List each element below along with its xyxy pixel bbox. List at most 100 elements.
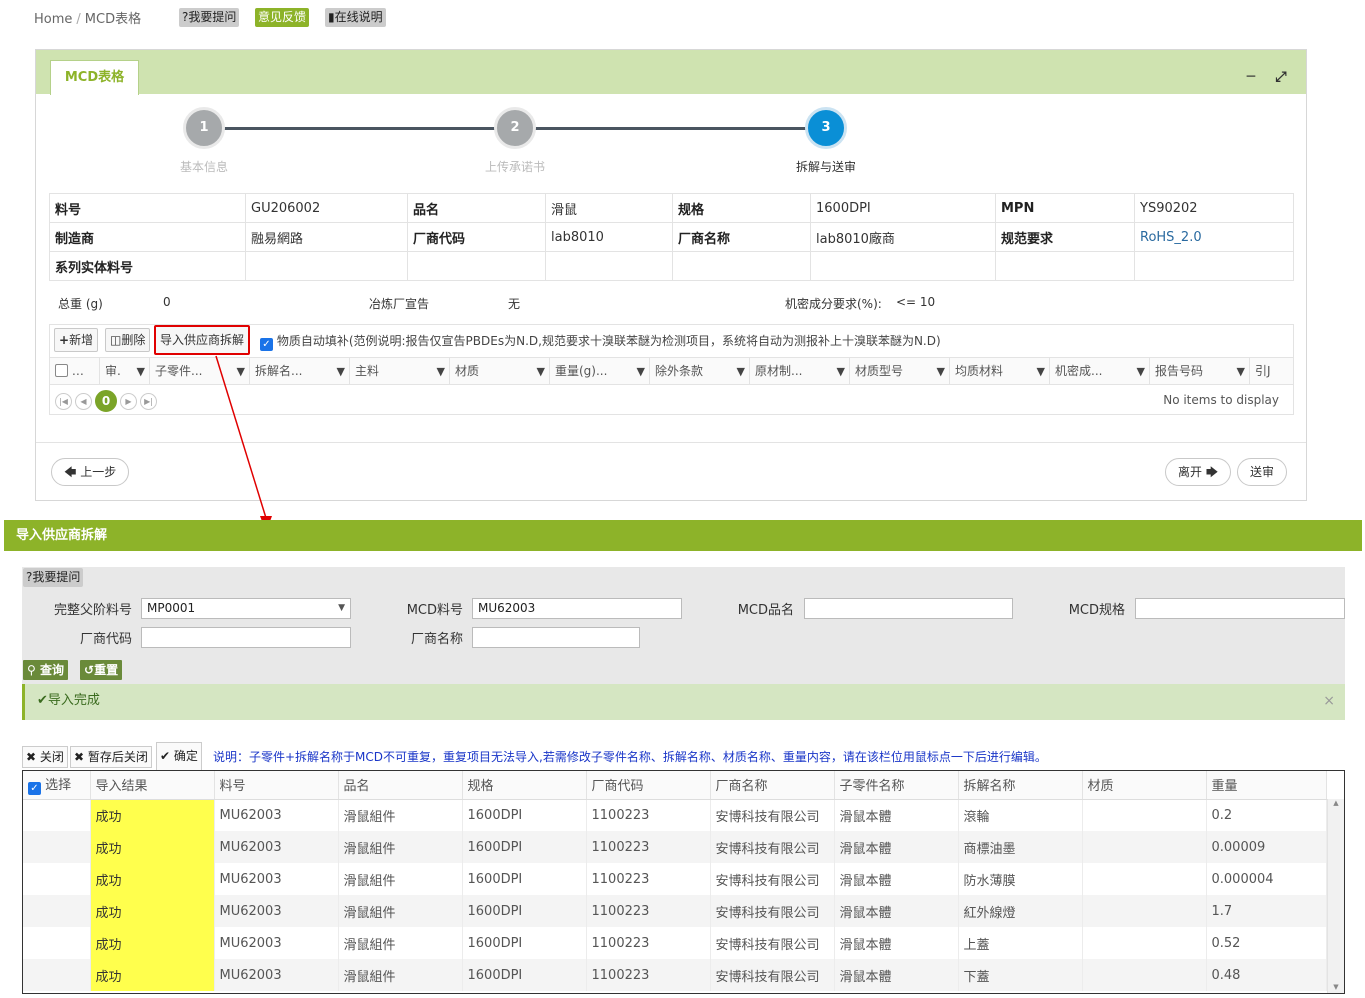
success-alert: ✔导入完成 × — [22, 684, 1345, 720]
table-cell: 安博科技有限公司 — [710, 799, 835, 831]
mcd-part-label: MCD料号 — [406, 603, 463, 618]
table-cell[interactable]: 滑鼠本體 — [834, 927, 959, 959]
row-select-cell[interactable] — [23, 927, 91, 959]
table-row[interactable]: 成功 MU62003 滑鼠組件 1600DPI 1100223 安博科技有限公司 滑鼠本體上… — [23, 927, 1327, 959]
table-cell: MU62003 — [214, 895, 339, 927]
table-cell[interactable]: 紅外線燈 — [958, 895, 1083, 927]
table-cell[interactable]: 上蓋 — [958, 927, 1083, 959]
vertical-scrollbar[interactable]: ▲ ▼ — [1327, 799, 1344, 993]
table-row[interactable]: 成功 MU62003 滑鼠組件 1600DPI 1100223 安博科技有限公司 滑鼠本體滾… — [23, 799, 1327, 831]
column-header[interactable]: 料号 — [214, 771, 339, 800]
parent-part-label: 完整父阶料号 — [53, 603, 132, 618]
vendor-code-label: 厂商代码 — [79, 632, 132, 647]
row-select-cell[interactable] — [23, 831, 91, 863]
table-cell[interactable] — [1082, 863, 1207, 895]
table-cell: 安博科技有限公司 — [710, 927, 835, 959]
column-header[interactable]: 子零件名称 — [834, 771, 959, 800]
table-cell[interactable] — [1082, 895, 1207, 927]
column-header[interactable]: 品名 — [338, 771, 463, 800]
table-cell[interactable] — [1082, 799, 1207, 831]
dialog-ask-button[interactable]: ?我要提问 — [23, 568, 84, 587]
table-row[interactable]: 成功 MU62003 滑鼠組件 1600DPI 1100223 安博科技有限公司 滑鼠本體下… — [23, 959, 1327, 991]
table-cell[interactable]: 商標油墨 — [958, 831, 1083, 863]
table-cell[interactable] — [1082, 959, 1207, 991]
table-cell: 滑鼠組件 — [338, 831, 463, 863]
table-cell[interactable]: 滾輪 — [958, 799, 1083, 831]
table-cell: 1600DPI — [462, 895, 587, 927]
table-cell[interactable]: 滑鼠本體 — [834, 799, 959, 831]
row-select-cell[interactable] — [23, 863, 91, 895]
table-cell[interactable]: 滑鼠本體 — [834, 863, 959, 895]
table-cell[interactable]: 0.2 — [1206, 799, 1327, 831]
save-close-label: 暂存后关闭 — [87, 750, 148, 764]
table-cell: 1600DPI — [462, 799, 587, 831]
mcd-name-input[interactable] — [804, 598, 1013, 619]
import-result-cell: 成功 — [90, 927, 215, 959]
table-cell: 1600DPI — [462, 959, 587, 991]
select-all-checkbox[interactable]: ✓ — [28, 782, 41, 796]
table-row[interactable]: 成功 MU62003 滑鼠組件 1600DPI 1100223 安博科技有限公司 滑鼠本體防… — [23, 863, 1327, 895]
table-cell[interactable]: 0.52 — [1206, 927, 1327, 959]
close-label: 关闭 — [39, 750, 64, 764]
column-header[interactable]: 厂商代码 — [586, 771, 711, 800]
table-cell[interactable]: 0.000004 — [1206, 863, 1327, 895]
row-select-cell[interactable] — [23, 895, 91, 927]
column-header[interactable]: 导入结果 — [90, 771, 215, 800]
table-cell: 滑鼠組件 — [338, 863, 463, 895]
table-cell: MU62003 — [214, 959, 339, 991]
reset-button[interactable]: ↺重置 — [80, 660, 123, 680]
table-cell[interactable]: 滑鼠本體 — [834, 895, 959, 927]
scroll-up-icon[interactable]: ▲ — [1328, 799, 1344, 807]
mcd-part-input[interactable]: MU62003 — [472, 598, 682, 619]
table-cell: 滑鼠組件 — [338, 927, 463, 959]
table-row[interactable]: 成功 MU62003 滑鼠組件 1600DPI 1100223 安博科技有限公司 滑鼠本體商… — [23, 831, 1327, 863]
table-cell[interactable]: 0.00009 — [1206, 831, 1327, 863]
mcd-spec-input[interactable] — [1135, 598, 1345, 619]
table-cell: 安博科技有限公司 — [710, 895, 835, 927]
import-result-cell: 成功 — [90, 863, 215, 895]
table-cell: 安博科技有限公司 — [710, 959, 835, 991]
column-header[interactable]: 拆解名称 — [958, 771, 1083, 800]
table-cell: 滑鼠組件 — [338, 799, 463, 831]
import-result-table: ✓ 选择 导入结果 料号 品名 规格 厂商代码 厂商名称 子零件名称 拆解名称 … — [22, 770, 1345, 994]
select-column[interactable]: ✓ 选择 — [23, 771, 91, 800]
column-header[interactable]: 重量 — [1206, 771, 1327, 800]
table-cell[interactable]: 防水薄膜 — [958, 863, 1083, 895]
table-cell[interactable]: 滑鼠本體 — [834, 959, 959, 991]
import-result-cell: 成功 — [90, 959, 215, 991]
table-cell: 1100223 — [586, 895, 711, 927]
table-cell[interactable] — [1082, 831, 1207, 863]
vendor-name-input[interactable] — [472, 627, 640, 648]
table-cell[interactable]: 下蓋 — [958, 959, 1083, 991]
table-cell: 1100223 — [586, 927, 711, 959]
table-cell: 1100223 — [586, 831, 711, 863]
table-cell: 安博科技有限公司 — [710, 863, 835, 895]
table-cell[interactable] — [1082, 927, 1207, 959]
column-header[interactable]: 规格 — [462, 771, 587, 800]
close-alert-icon[interactable]: × — [1323, 684, 1335, 718]
vendor-name-label: 厂商名称 — [410, 632, 463, 647]
table-cell[interactable]: 1.7 — [1206, 895, 1327, 927]
table-cell[interactable]: 0.48 — [1206, 959, 1327, 991]
check-icon: ✔ — [160, 749, 171, 763]
table-cell: 1100223 — [586, 959, 711, 991]
import-note: 说明：子零件+拆解名称于MCD不可重复，重复项目无法导入,若需修改子零件名称、拆… — [213, 750, 1047, 764]
vendor-code-input[interactable] — [141, 627, 351, 648]
table-cell[interactable]: 滑鼠本體 — [834, 831, 959, 863]
table-cell: MU62003 — [214, 799, 339, 831]
scroll-down-icon[interactable]: ▼ — [1328, 983, 1344, 991]
save-and-close-button[interactable]: ✖ 暂存后关闭 — [70, 746, 152, 768]
row-select-cell[interactable] — [23, 799, 91, 831]
search-button[interactable]: ⚲ 查询 — [23, 660, 68, 680]
parent-part-select[interactable]: MP0001 ▼ — [141, 598, 351, 619]
table-row[interactable]: 成功 MU62003 滑鼠組件 1600DPI 1100223 安博科技有限公司 滑鼠本體紅… — [23, 895, 1327, 927]
dialog-title: 导入供应商拆解 — [4, 520, 1362, 551]
column-header[interactable]: 材质 — [1082, 771, 1207, 800]
column-label: 选择 — [45, 778, 72, 794]
close-button[interactable]: ✖ 关闭 — [22, 746, 68, 768]
table-cell: 1600DPI — [462, 863, 587, 895]
success-text: 导入完成 — [47, 693, 100, 708]
confirm-button[interactable]: ✔ 确定 — [156, 742, 202, 772]
row-select-cell[interactable] — [23, 959, 91, 991]
column-header[interactable]: 厂商名称 — [710, 771, 835, 800]
